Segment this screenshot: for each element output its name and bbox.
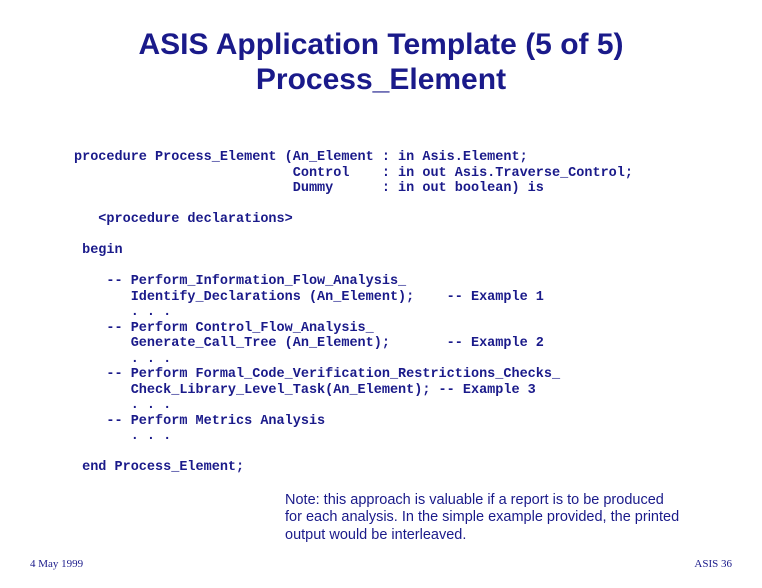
code-block: procedure Process_Element (An_Element : … bbox=[74, 150, 633, 476]
footer-page: ASIS 36 bbox=[694, 558, 732, 570]
title-line-1: ASIS Application Template (5 of 5) bbox=[0, 28, 762, 63]
title-line-2: Process_Element bbox=[0, 63, 762, 98]
footer-date: 4 May 1999 bbox=[30, 558, 83, 570]
note-text: Note: this approach is valuable if a rep… bbox=[285, 492, 680, 544]
slide: ASIS Application Template (5 of 5) Proce… bbox=[0, 0, 762, 588]
slide-title: ASIS Application Template (5 of 5) Proce… bbox=[0, 0, 762, 97]
